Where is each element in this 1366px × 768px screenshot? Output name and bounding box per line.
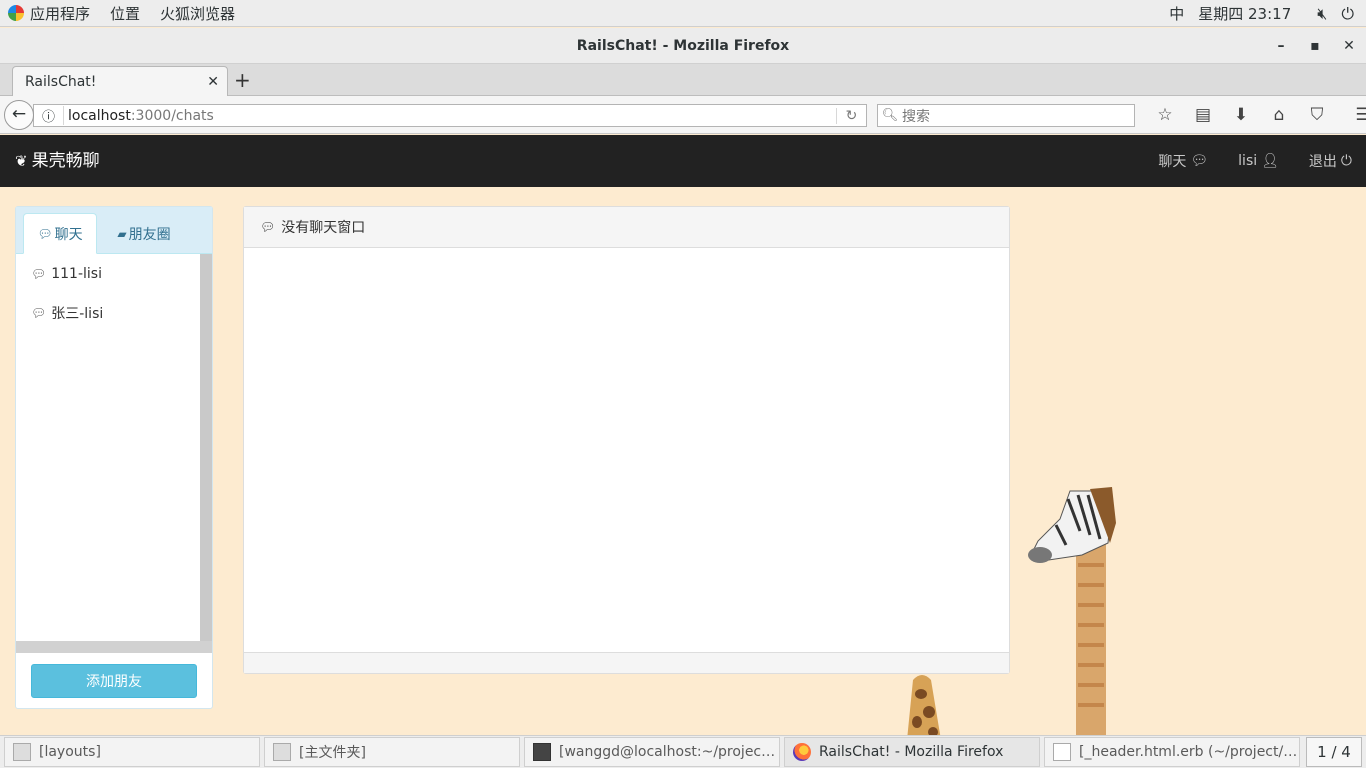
applications-menu-label: 应用程序: [30, 4, 91, 23]
chat-panel-title: 没有聊天窗口: [281, 220, 366, 236]
places-menu-label: 位置: [110, 4, 141, 23]
window-title: RailsChat! - Mozilla Firefox: [576, 38, 790, 54]
workspace-switcher[interactable]: 1 / 4: [1306, 737, 1362, 767]
window-list-taskbar: [layouts] [主文件夹] [wanggd@localhost:~/pro…: [0, 735, 1366, 768]
taskbar-item[interactable]: [wanggd@localhost:~/project/Rails…: [524, 737, 780, 767]
bookmark-star-icon[interactable]: ☆: [1146, 105, 1184, 125]
firefox-icon: [793, 743, 811, 761]
taskbar-item[interactable]: [_header.html.erb (~/project/RailsC…: [1044, 737, 1300, 767]
web-page: ❦ 果壳畅聊 聊天 💬︎ lisi 👤︎ 退出 ⏻ 💬︎ 聊天 ▰ 朋友圈 💬︎…: [0, 135, 1366, 735]
search-icon: 🔍︎: [881, 108, 899, 123]
giraffe-illustration: [1028, 487, 1116, 735]
tab-close-icon[interactable]: ✕: [207, 74, 219, 90]
wechat-icon: 💬︎: [31, 266, 47, 281]
text-editor-icon: [1053, 743, 1071, 761]
nav-logout-link[interactable]: 退出 ⏻: [1309, 151, 1352, 171]
terminal-icon: [533, 743, 551, 761]
home-icon[interactable]: ⌂: [1260, 105, 1298, 125]
folder-window-icon: [273, 743, 291, 761]
applications-menu[interactable]: 应用程序: [0, 0, 102, 27]
close-icon[interactable]: ✕: [1332, 28, 1366, 64]
back-icon[interactable]: ←: [4, 100, 34, 130]
tab-chat-label: 聊天: [54, 226, 83, 243]
tab-moments-label: 朋友圈: [128, 226, 171, 243]
vertical-scrollbar[interactable]: [200, 254, 212, 644]
nav-chat-link[interactable]: 聊天 💬︎: [1158, 151, 1208, 171]
user-icon: 👤︎: [1261, 153, 1279, 169]
horizontal-scrollbar[interactable]: [16, 641, 212, 653]
hamburger-menu-icon[interactable]: ☰: [1344, 105, 1366, 125]
places-menu[interactable]: 位置: [102, 0, 152, 27]
tab-moments[interactable]: ▰ 朋友圈: [112, 213, 176, 254]
taskbar-item[interactable]: [主文件夹]: [264, 737, 520, 767]
wechat-icon: 💬︎: [1190, 153, 1209, 169]
taskbar-item-label: [wanggd@localhost:~/project/Rails…: [559, 744, 779, 760]
url-path: :3000/chats: [130, 107, 214, 124]
nav-logout-label: 退出: [1308, 154, 1337, 170]
reading-list-icon[interactable]: ▤: [1184, 105, 1222, 125]
taskbar-item[interactable]: [layouts]: [4, 737, 260, 767]
chat-panel: 💬︎ 没有聊天窗口: [243, 206, 1010, 674]
giraffe-neck-illustration: [907, 675, 941, 735]
search-placeholder: 搜索: [902, 108, 930, 125]
friends-panel-tabs: 💬︎ 聊天 ▰ 朋友圈: [16, 207, 212, 254]
power-off-icon: ⏻: [1340, 153, 1352, 169]
chat-panel-header: 💬︎ 没有聊天窗口: [244, 207, 1009, 248]
brand-name: 果壳畅聊: [31, 151, 100, 171]
applications-icon: [8, 5, 24, 21]
search-input[interactable]: 🔍︎ 搜索: [877, 104, 1135, 127]
system-top-bar: 应用程序 位置 火狐浏览器 中 星期四 23:17 🔇︎ ⏻: [0, 0, 1366, 27]
url-bar[interactable]: ⓘ localhost :3000/chats ↻: [33, 104, 867, 127]
navigation-toolbar: ⓘ localhost :3000/chats ↻ ← 🔍︎ 搜索 ☆ ▤ ⬇ …: [0, 96, 1366, 134]
firefox-app-menu-label: 火狐浏览器: [160, 4, 236, 23]
taskbar-item-active[interactable]: RailsChat! - Mozilla Firefox: [784, 737, 1040, 767]
tab-strip: RailsChat! ✕ +: [0, 64, 1366, 96]
nav-user-link[interactable]: lisi 👤︎: [1238, 153, 1279, 169]
friend-list-item[interactable]: 💬︎ 张三-lisi: [16, 293, 200, 332]
input-method-indicator[interactable]: 中: [1169, 3, 1184, 24]
friend-list-item[interactable]: 💬︎ 111-lisi: [16, 254, 200, 293]
tab-chat[interactable]: 💬︎ 聊天: [23, 213, 97, 254]
chat-panel-footer: [244, 652, 1009, 673]
volume-icon[interactable]: 🔇︎: [1317, 4, 1327, 24]
firefox-app-menu[interactable]: 火狐浏览器: [152, 0, 247, 27]
power-icon[interactable]: ⏻: [1341, 4, 1354, 24]
clock[interactable]: 星期四 23:17: [1198, 3, 1291, 24]
window-titlebar: RailsChat! - Mozilla Firefox – ▪ ✕: [0, 28, 1366, 64]
browser-tab[interactable]: RailsChat! ✕: [12, 66, 228, 96]
taskbar-item-label: [_header.html.erb (~/project/RailsC…: [1079, 744, 1299, 760]
site-navbar: ❦ 果壳畅聊 聊天 💬︎ lisi 👤︎ 退出 ⏻: [0, 135, 1366, 187]
minimize-icon[interactable]: –: [1264, 28, 1298, 64]
friend-name: 111-lisi: [51, 265, 102, 282]
downloads-icon[interactable]: ⬇: [1222, 105, 1260, 125]
friend-list: 💬︎ 111-lisi 💬︎ 张三-lisi: [16, 254, 200, 644]
pocket-icon[interactable]: ⛉: [1298, 105, 1336, 125]
browser-tab-title: RailsChat!: [25, 73, 97, 90]
wechat-icon: 💬︎: [31, 305, 47, 320]
site-brand[interactable]: ❦ 果壳畅聊: [15, 135, 100, 187]
add-friend-button[interactable]: 添加朋友: [31, 664, 197, 698]
reload-icon[interactable]: ↻: [836, 107, 866, 124]
nav-chat-label: 聊天: [1158, 154, 1187, 170]
folder-window-icon: [13, 743, 31, 761]
book-icon: ▰: [117, 226, 127, 241]
friend-name: 张三-lisi: [51, 305, 104, 322]
new-tab-icon[interactable]: +: [234, 68, 251, 92]
taskbar-item-label: [主文件夹]: [299, 745, 366, 761]
maximize-icon[interactable]: ▪: [1298, 28, 1332, 64]
taskbar-item-label: [layouts]: [39, 744, 101, 760]
wechat-icon: 💬︎: [37, 226, 53, 241]
leaf-icon: ❦: [15, 152, 28, 170]
comments-icon: 💬︎: [260, 220, 276, 234]
taskbar-item-label: RailsChat! - Mozilla Firefox: [819, 744, 1004, 760]
nav-user-label: lisi: [1238, 153, 1258, 169]
site-info-icon[interactable]: ⓘ: [34, 106, 64, 125]
friends-panel: 💬︎ 聊天 ▰ 朋友圈 💬︎ 111-lisi 💬︎ 张三-lisi 添加朋友: [15, 206, 213, 709]
url-host: localhost: [68, 107, 131, 124]
